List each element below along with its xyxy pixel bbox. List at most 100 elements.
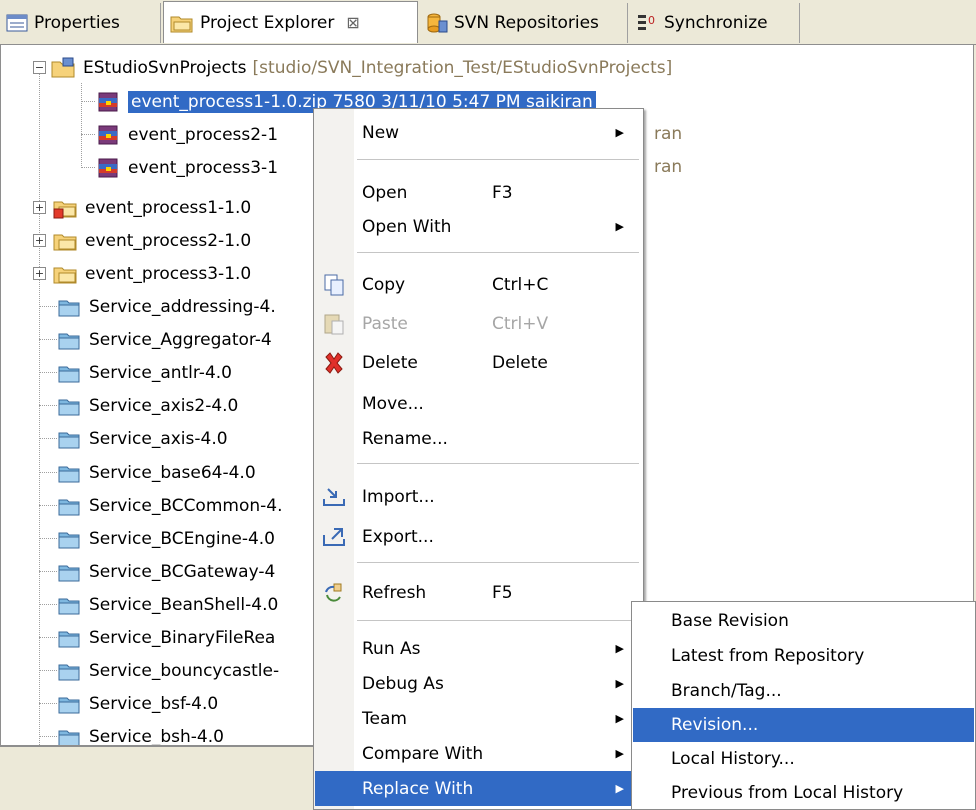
svn-repositories-icon	[427, 13, 448, 33]
menu-item-run-as[interactable]: Run As ▶	[315, 631, 642, 666]
menu-item-branch-tag[interactable]: Branch/Tag...	[633, 674, 974, 708]
tree-item[interactable]: event_process3-1.0	[53, 257, 251, 290]
folder-icon	[58, 366, 80, 382]
menu-item-latest-from-repository[interactable]: Latest from Repository	[633, 639, 974, 673]
menu-item-new[interactable]: New ▶	[315, 115, 642, 150]
tree-item-label: Service_addressing-4.	[89, 296, 276, 317]
tree-item[interactable]: Service_BCCommon-4.	[57, 489, 282, 522]
tree-item[interactable]: Service_antlr-4.0	[57, 356, 232, 389]
expand-toggle-icon[interactable]: +	[33, 234, 46, 247]
menu-item-open[interactable]: Open F3	[315, 175, 642, 210]
tree-item[interactable]: Service_Aggregator-4	[57, 323, 272, 356]
menu-item-compare-with[interactable]: Compare With ▶	[315, 736, 642, 771]
menu-item-delete[interactable]: Delete Delete	[315, 345, 642, 380]
folder-icon	[58, 532, 80, 548]
tree-item[interactable]: Service_BCGateway-4	[57, 555, 275, 588]
menu-item-open-with[interactable]: Open With ▶	[315, 209, 642, 244]
submenu-arrow-icon: ▶	[615, 782, 624, 795]
menu-item-paste[interactable]: Paste Ctrl+V	[315, 306, 642, 341]
shortcut-label: F3	[492, 182, 513, 203]
menu-item-previous-from-local-history[interactable]: Previous from Local History	[633, 776, 974, 810]
tab-svn-repositories[interactable]: SVN Repositories	[420, 3, 628, 43]
tree-item[interactable]: Service_axis-4.0	[57, 422, 228, 455]
tree-item-label: Service_bouncycastle-	[89, 660, 280, 681]
submenu-arrow-icon: ▶	[615, 642, 624, 655]
menu-item-debug-as[interactable]: Debug As ▶	[315, 666, 642, 701]
project-folder-error-icon	[53, 201, 77, 218]
tree-item-label: Service_antlr-4.0	[89, 362, 232, 383]
collapse-toggle-icon[interactable]: −	[33, 61, 46, 74]
replace-with-submenu: Base Revision Latest from Repository Bra…	[631, 601, 976, 810]
folder-icon	[58, 466, 80, 482]
svn-project-folder-icon	[51, 57, 75, 77]
menu-item-team[interactable]: Team ▶	[315, 701, 642, 736]
menu-item-revision[interactable]: Revision...	[633, 708, 974, 742]
folder-icon	[58, 300, 80, 316]
folder-icon	[58, 432, 80, 448]
tree-item[interactable]: event_process2-1.0	[53, 224, 251, 257]
tree-item[interactable]: Service_base64-4.0	[57, 456, 256, 489]
tree-item[interactable]: Service_BeanShell-4.0	[57, 588, 278, 621]
submenu-arrow-icon: ▶	[615, 747, 624, 760]
folder-icon	[58, 499, 80, 515]
menu-item-rename[interactable]: Rename...	[315, 421, 642, 456]
tree-item[interactable]: event_process2-1	[96, 118, 278, 151]
folder-icon	[58, 565, 80, 581]
folder-icon	[58, 664, 80, 680]
shortcut-label: Delete	[492, 352, 548, 373]
tree-item[interactable]: Service_BCEngine-4.0	[57, 522, 275, 555]
tree-item[interactable]: Service_bsh-4.0	[57, 720, 224, 747]
tree-item-label: Service_BCGateway-4	[89, 561, 276, 582]
tree-item-label: Service_axis2-4.0	[89, 395, 239, 416]
menu-item-local-history[interactable]: Local History...	[633, 742, 974, 776]
folder-icon	[58, 730, 80, 745]
shortcut-label: F5	[492, 582, 513, 603]
tree-item-label: Service_bsf-4.0	[89, 693, 219, 714]
tree-item-label: Service_BeanShell-4.0	[89, 594, 279, 615]
properties-icon	[6, 14, 28, 32]
tree-item-label: event_process3-1	[128, 157, 279, 178]
tab-project-explorer[interactable]: Project Explorer ⊠	[163, 1, 418, 43]
tree-item-label: event_process1-1.0	[85, 197, 252, 218]
tab-synchronize[interactable]: 0 Synchronize	[630, 3, 800, 43]
close-tab-icon[interactable]: ⊠	[346, 13, 359, 32]
tree-item[interactable]: Service_bsf-4.0	[57, 687, 218, 720]
refresh-icon	[325, 583, 342, 602]
tree-item-label: Service_BCEngine-4.0	[89, 528, 275, 549]
view-tab-bar: Properties Project Explorer ⊠ SVN Reposi…	[0, 0, 976, 45]
export-icon	[323, 527, 345, 546]
tree-item-label: EStudioSvnProjects	[83, 57, 247, 78]
import-icon	[323, 487, 345, 506]
tab-properties[interactable]: Properties	[0, 3, 161, 43]
menu-item-move[interactable]: Move...	[315, 386, 642, 421]
menu-item-refresh[interactable]: Refresh F5	[315, 575, 642, 610]
zip-archive-icon	[98, 92, 118, 111]
tab-label: SVN Repositories	[454, 13, 599, 33]
paste-icon	[324, 314, 344, 334]
tree-item[interactable]: event_process1-1.0	[53, 191, 251, 224]
tree-item[interactable]: Service_axis2-4.0	[57, 389, 238, 422]
submenu-arrow-icon: ▶	[615, 677, 624, 690]
menu-item-replace-with[interactable]: Replace With ▶	[315, 771, 642, 806]
folder-icon	[58, 697, 80, 713]
tree-item-label: Service_Aggregator-4	[89, 329, 272, 350]
menu-item-copy[interactable]: Copy Ctrl+C	[315, 267, 642, 302]
expand-toggle-icon[interactable]: +	[33, 267, 46, 280]
expand-toggle-icon[interactable]: +	[33, 201, 46, 214]
menu-item-base-revision[interactable]: Base Revision	[633, 604, 974, 638]
folder-icon	[58, 399, 80, 415]
tree-root-row[interactable]: EStudioSvnProjects [studio/SVN_Integrati…	[51, 51, 672, 84]
tree-item-label: Service_bsh-4.0	[89, 726, 224, 747]
project-folder-icon	[53, 267, 77, 283]
tree-item[interactable]: event_process3-1	[96, 151, 278, 184]
tree-item[interactable]: Service_bouncycastle-	[57, 654, 279, 687]
menu-item-export[interactable]: Export...	[315, 519, 642, 554]
tree-item[interactable]: Service_addressing-4.	[57, 290, 276, 323]
menu-item-import[interactable]: Import...	[315, 479, 642, 514]
tree-item-label: Service_BCCommon-4.	[89, 495, 283, 516]
svn-decoration-tail: ran	[654, 157, 683, 177]
zip-archive-icon	[98, 158, 118, 177]
tree-item[interactable]: Service_BinaryFileRea	[57, 621, 275, 654]
tree-item-label: Service_axis-4.0	[89, 428, 228, 449]
tab-label: Properties	[34, 13, 120, 33]
